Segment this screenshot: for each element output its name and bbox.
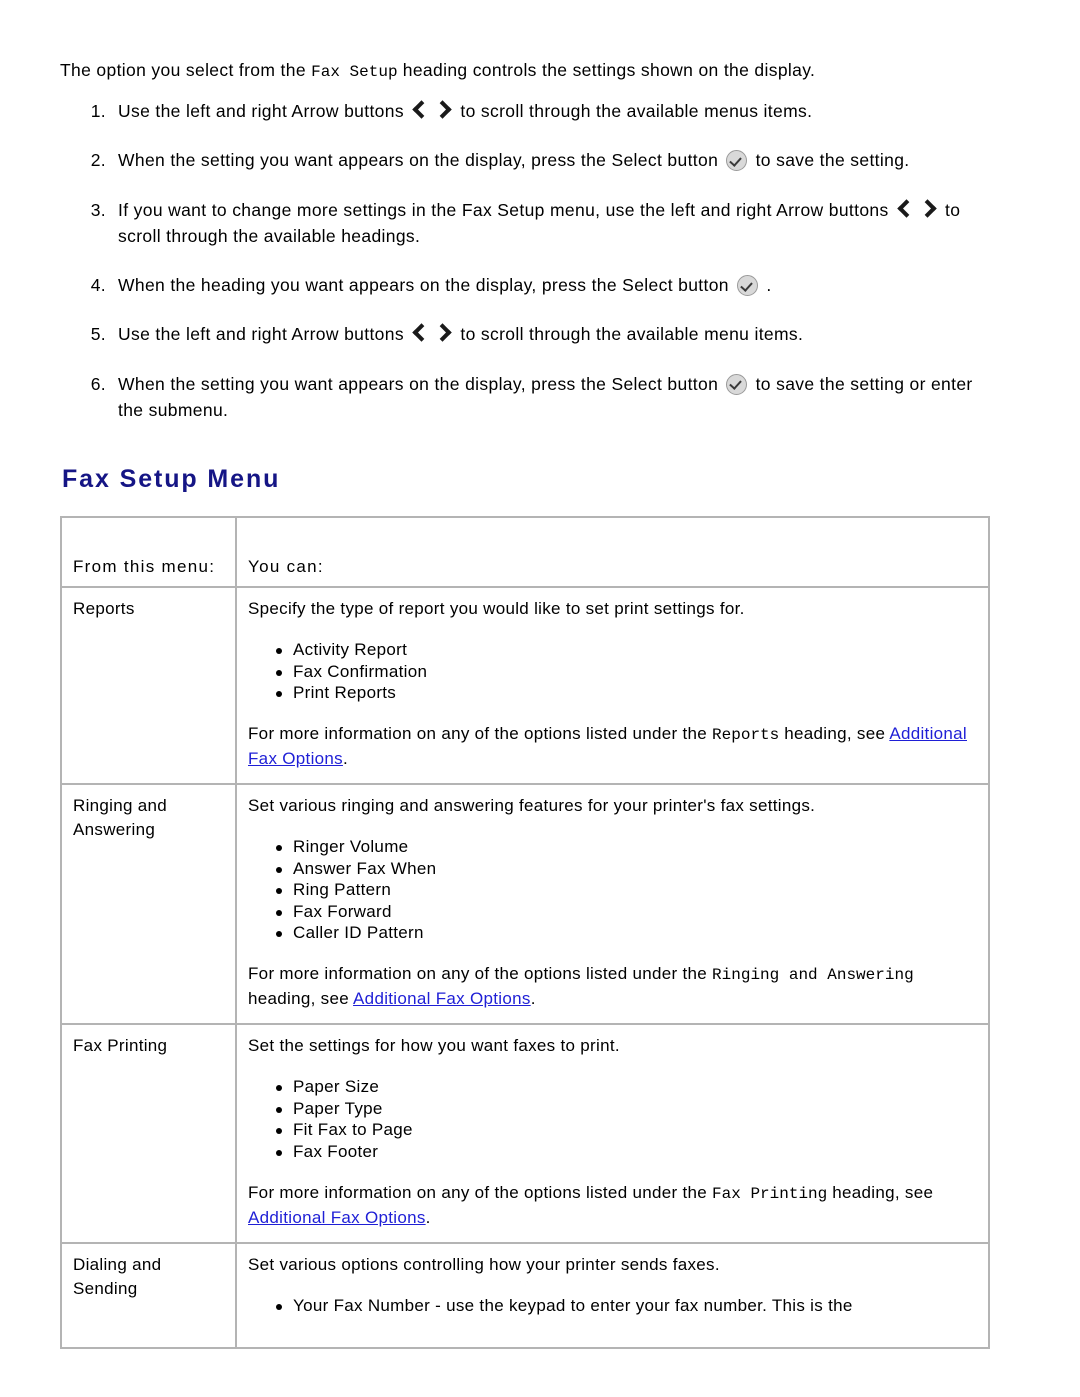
table-row: Reports Specify the type of report you wo… — [62, 588, 990, 786]
step-number: 4. — [90, 275, 106, 296]
select-button-icon — [737, 275, 759, 297]
menu-description-cell: Set various options controlling how your… — [237, 1243, 990, 1350]
note-text-middle: heading, see — [827, 1182, 934, 1202]
step-text: When the setting you want appears on the… — [118, 373, 973, 420]
note-text-after: . — [530, 989, 536, 1009]
intro-text-after: heading controls the settings shown on t… — [397, 60, 816, 80]
list-item: Caller ID Pattern — [276, 923, 977, 943]
note-text-before: For more information on any of the optio… — [248, 1182, 713, 1202]
list-item: Ring Pattern — [276, 880, 977, 900]
list-item: Fax Forward — [276, 902, 977, 922]
menu-options-list: Your Fax Number - use the keypad to ente… — [248, 1296, 977, 1316]
step-number: 1. — [90, 101, 106, 122]
chevron-right-icon — [920, 197, 937, 219]
menu-options-list: Ringer Volume Answer Fax When Ring Pattern… — [248, 837, 977, 943]
note-text-after: . — [342, 749, 348, 769]
chevron-right-icon — [435, 321, 452, 343]
document-page: The option you select from the Fax Setup… — [0, 0, 1080, 1397]
chevron-left-icon — [897, 197, 914, 219]
step-number: 2. — [90, 150, 106, 171]
menu-name-cell: Ringing and Answering — [62, 785, 237, 1026]
instruction-step: 4. When the heading you want appears on t… — [60, 272, 990, 298]
description-lead: Set various options controlling how your… — [248, 1254, 720, 1274]
chevron-left-icon — [412, 98, 429, 120]
description-lead: Set various ringing and answering featur… — [248, 796, 816, 816]
step-text: When the setting you want appears on the… — [118, 150, 910, 172]
step-number: 5. — [90, 324, 106, 345]
instruction-step: 1. Use the left and right Arrow buttons t… — [60, 98, 990, 124]
description-note: For more information on any of the optio… — [248, 1181, 977, 1230]
table-row: Ringing and Answering Set various ringing… — [62, 785, 990, 1026]
list-item: Activity Report — [276, 640, 977, 660]
menu-description-cell: Specify the type of report you would lik… — [237, 588, 990, 786]
instruction-steps-list: 1. Use the left and right Arrow buttons t… — [60, 98, 990, 423]
step-text-segment: When the heading you want appears on the… — [118, 275, 735, 296]
step-text-segment: Use the left and right Arrow buttons — [118, 324, 410, 345]
instruction-step: 3. If you want to change more settings in… — [60, 197, 990, 250]
list-item: Paper Type — [276, 1099, 977, 1119]
list-item: Ringer Volume — [276, 837, 977, 857]
step-text-segment: If you want to change more settings in t… — [118, 199, 894, 220]
note-text-before: For more information on any of the optio… — [248, 724, 713, 744]
chevron-right-icon — [435, 98, 452, 120]
description-lead: Specify the type of report you would lik… — [248, 599, 745, 619]
menu-options-list: Paper Size Paper Type Fit Fax to Page Fax F… — [248, 1077, 977, 1162]
description-lead: Set the settings for how you want faxes … — [248, 1036, 620, 1056]
instruction-step: 5. Use the left and right Arrow buttons t… — [60, 321, 990, 347]
menu-description-cell: Set the settings for how you want faxes … — [237, 1025, 990, 1244]
step-text-segment: When the setting you want appears on the… — [118, 373, 724, 394]
step-text: When the heading you want appears on the… — [118, 275, 772, 297]
step-text-segment: to scroll through the available menus it… — [455, 101, 813, 122]
select-button-icon — [726, 150, 748, 172]
intro-paragraph: The option you select from the Fax Setup… — [60, 58, 990, 84]
document-content: The option you select from the Fax Setup… — [60, 58, 990, 1350]
description-note: For more information on any of the optio… — [248, 722, 977, 771]
step-text-segment: . — [761, 275, 772, 296]
chevron-left-icon — [412, 321, 429, 343]
table-column-header: From this menu: — [62, 518, 237, 589]
list-item: Fit Fax to Page — [276, 1120, 977, 1140]
table-column-header: You can: — [237, 518, 990, 589]
step-text: Use the left and right Arrow buttons to … — [118, 324, 803, 344]
step-text: If you want to change more settings in t… — [118, 200, 960, 246]
list-item: Print Reports — [276, 683, 977, 703]
step-text-segment: to save the setting. — [750, 150, 910, 171]
additional-fax-options-link[interactable]: Additional Fax Options — [353, 989, 531, 1008]
table-header-row: From this menu: You can: — [62, 518, 990, 589]
menu-name-cell: Dialing and Sending — [62, 1243, 237, 1350]
list-item: Your Fax Number - use the keypad to ente… — [276, 1296, 977, 1316]
note-code-heading: Ringing and Answering — [712, 966, 914, 985]
note-text-middle: heading, see — [779, 724, 890, 744]
intro-code-fax-setup: Fax Setup — [311, 63, 398, 81]
note-code-heading: Fax Printing — [712, 1184, 828, 1203]
table-row: Dialing and Sending Set various options c… — [62, 1243, 990, 1350]
menu-options-list: Activity Report Fax Confirmation Print Rep… — [248, 640, 977, 703]
list-item: Fax Footer — [276, 1142, 977, 1162]
note-text-middle: heading, see — [248, 989, 354, 1009]
select-button-icon — [726, 373, 748, 395]
list-item: Fax Confirmation — [276, 662, 977, 682]
note-text-before: For more information on any of the optio… — [248, 964, 713, 984]
description-note: For more information on any of the optio… — [248, 962, 977, 1011]
step-text-segment: to scroll through the available menu ite… — [455, 324, 804, 345]
table-row: Fax Printing Set the settings for how you… — [62, 1025, 990, 1244]
list-item: Answer Fax When — [276, 859, 977, 879]
note-code-heading: Reports — [712, 726, 780, 745]
step-text: Use the left and right Arrow buttons to … — [118, 101, 812, 121]
instruction-step: 2. When the setting you want appears on t… — [60, 147, 990, 173]
note-text-after: . — [425, 1207, 431, 1227]
step-number: 3. — [90, 199, 106, 220]
menu-name-cell: Reports — [62, 588, 237, 786]
menu-name-cell: Fax Printing — [62, 1025, 237, 1244]
intro-text-before: The option you select from the — [60, 60, 312, 80]
instruction-step: 6. When the setting you want appears on t… — [60, 371, 990, 424]
step-number: 6. — [90, 373, 106, 394]
page-title: Fax Setup Menu — [62, 465, 281, 494]
list-item: Paper Size — [276, 1077, 977, 1097]
additional-fax-options-link[interactable]: Additional Fax Options — [248, 1208, 426, 1227]
menu-description-cell: Set various ringing and answering featur… — [237, 785, 990, 1026]
fax-setup-menu-table: From this menu: You can: Reports Specify th… — [60, 516, 990, 1350]
step-text-segment: When the setting you want appears on the… — [118, 150, 724, 171]
step-text-segment: Use the left and right Arrow buttons — [118, 101, 410, 122]
